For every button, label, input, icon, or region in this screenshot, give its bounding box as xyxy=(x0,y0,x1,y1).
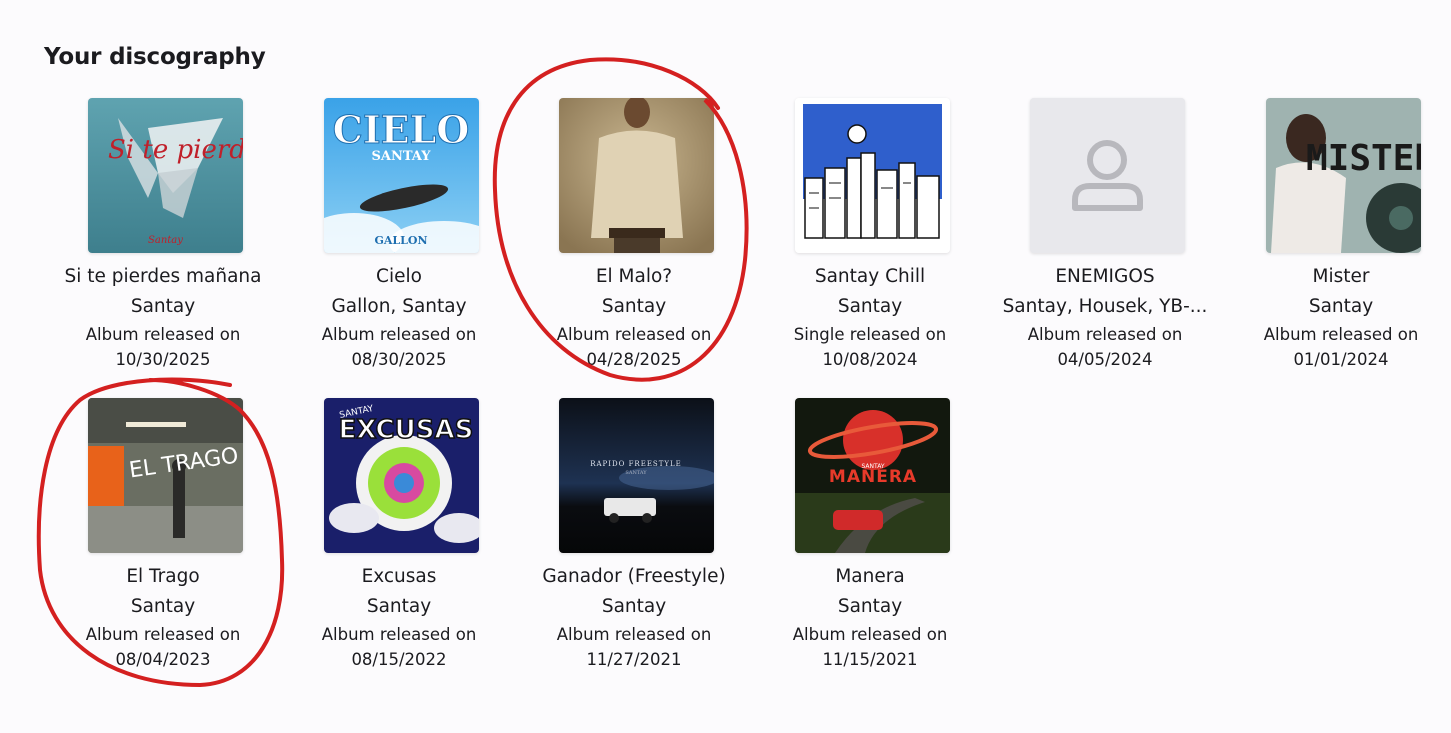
album-name[interactable]: Santay Chill xyxy=(752,265,988,289)
album-cover[interactable]: Si te pierdes mañana Santay xyxy=(88,98,243,253)
release-date: 01/01/2024 xyxy=(1293,350,1389,369)
release-label: Album released on xyxy=(1027,325,1183,344)
album-artist[interactable]: Santay xyxy=(45,595,281,619)
release-date: 10/08/2024 xyxy=(822,350,918,369)
album-cover-placeholder[interactable] xyxy=(1030,98,1185,253)
release-date: 11/15/2021 xyxy=(822,650,918,669)
album-cover[interactable]: EL TRAGO xyxy=(88,398,243,553)
art-title-text: MANERA xyxy=(829,467,917,487)
album-cover[interactable]: MISTER xyxy=(1266,98,1421,253)
art-title-text: MISTER xyxy=(1306,138,1421,179)
album-name[interactable]: ENEMIGOS xyxy=(987,265,1223,289)
page-title: Your discography xyxy=(44,44,266,70)
album-name[interactable]: Cielo xyxy=(281,265,517,289)
album-cover[interactable]: EXCUSAS SANTAY xyxy=(324,398,479,553)
album-name[interactable]: Mister xyxy=(1223,265,1451,289)
release-date: 08/30/2025 xyxy=(351,350,447,369)
album-name[interactable]: Excusas xyxy=(281,565,517,589)
album-artist[interactable]: Santay xyxy=(45,295,281,319)
album-artist[interactable]: Santay xyxy=(516,295,752,319)
release-label: Album released on xyxy=(556,325,712,344)
art-title-text: Si te pierdes mañana xyxy=(108,135,243,165)
album-name[interactable]: Ganador (Freestyle) xyxy=(516,565,752,589)
release-label: Album released on xyxy=(321,625,477,644)
release-date: 11/27/2021 xyxy=(586,650,682,669)
art-artist-text: SANTAY xyxy=(861,463,884,470)
album-cover[interactable] xyxy=(795,98,950,253)
album-artist[interactable]: Santay xyxy=(1223,295,1451,319)
art-artist-text: SANTAY xyxy=(371,149,431,164)
release-label: Album released on xyxy=(85,625,241,644)
release-date: 04/05/2024 xyxy=(1057,350,1153,369)
release-label: Album released on xyxy=(1263,325,1419,344)
album-artist[interactable]: Gallon, Santay xyxy=(281,295,517,319)
album-cover[interactable]: RAPIDO FREESTYLE SANTAY xyxy=(559,398,714,553)
album-name[interactable]: El Malo? xyxy=(516,265,752,289)
release-date: 04/28/2025 xyxy=(586,350,682,369)
art-artist2-text: GALLON xyxy=(374,234,427,247)
release-label: Single released on xyxy=(793,325,947,344)
art-title-text: RAPIDO FREESTYLE xyxy=(590,460,682,468)
person-placeholder-icon xyxy=(1030,98,1185,253)
album-name[interactable]: Manera xyxy=(752,565,988,589)
album-artist[interactable]: Santay xyxy=(752,295,988,319)
album-artist[interactable]: Santay xyxy=(281,595,517,619)
release-date: 10/30/2025 xyxy=(115,350,211,369)
release-date: 08/15/2022 xyxy=(351,650,447,669)
art-artist-text: SANTAY xyxy=(625,470,647,476)
release-date: 08/04/2023 xyxy=(115,650,211,669)
album-cover[interactable] xyxy=(559,98,714,253)
album-artist[interactable]: Santay xyxy=(516,595,752,619)
album-artist[interactable]: Santay, Housek, YB-... xyxy=(987,295,1223,319)
album-artist[interactable]: Santay xyxy=(752,595,988,619)
art-title-text: CIELO xyxy=(333,107,470,152)
album-name[interactable]: Si te pierdes mañana xyxy=(45,265,281,289)
art-artist-text: Santay xyxy=(148,235,183,246)
release-label: Album released on xyxy=(321,325,477,344)
album-cover[interactable]: CIELO SANTAY GALLON xyxy=(324,98,479,253)
art-title-text: EXCUSAS xyxy=(339,415,474,445)
release-label: Album released on xyxy=(556,625,712,644)
album-name[interactable]: El Trago xyxy=(45,565,281,589)
album-cover[interactable]: MANERA SANTAY xyxy=(795,398,950,553)
release-label: Album released on xyxy=(85,325,241,344)
release-label: Album released on xyxy=(792,625,948,644)
